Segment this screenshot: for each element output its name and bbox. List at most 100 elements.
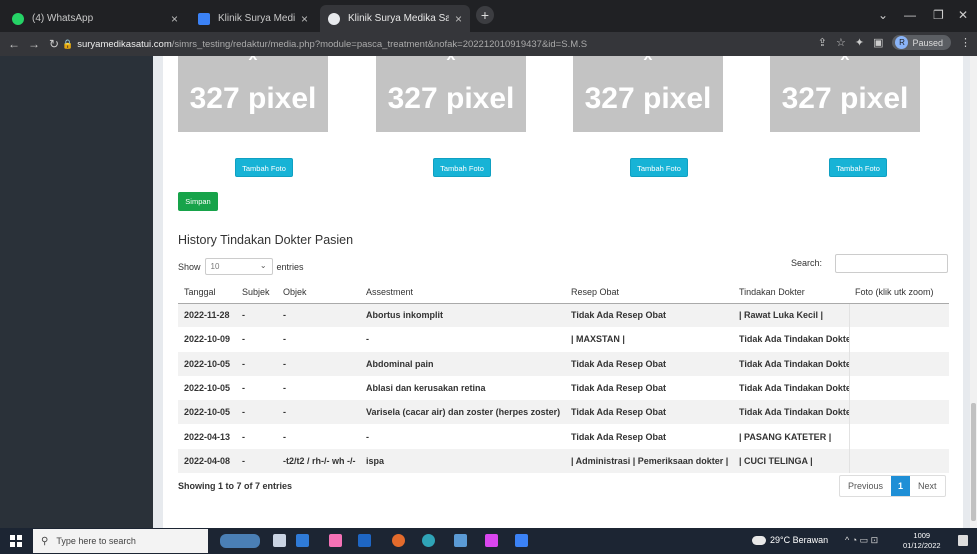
news-widget-icon[interactable] (220, 534, 260, 548)
edge-icon[interactable] (422, 534, 435, 547)
cell-foto (849, 448, 949, 474)
taskbar-search-placeholder: Type here to search (56, 536, 136, 546)
photo-placeholder: x327 pixel (573, 56, 723, 132)
cell-resep-obat: | MAXSTAN | (565, 327, 733, 352)
add-photo-button[interactable]: Tambah Foto (235, 158, 293, 177)
store-icon[interactable] (329, 534, 342, 547)
chrome-app-icon[interactable] (454, 534, 467, 547)
pagination: Previous 1 Next (839, 475, 946, 497)
cell-tindakan-dokter: | PASANG KATETER | (733, 424, 850, 449)
photos-icon[interactable] (485, 534, 498, 547)
windows-start-icon[interactable] (10, 535, 22, 547)
menu-icon[interactable]: ⋮ (960, 36, 971, 49)
column-header-objek[interactable]: Objek (277, 282, 360, 304)
globe-icon (328, 12, 340, 25)
url-field[interactable]: 🔒 suryamedikasatui.com /simrs_testing/re… (62, 35, 822, 53)
scrollbar-thumb[interactable] (971, 403, 976, 521)
entries-select[interactable]: 10 ⌄ (204, 258, 273, 275)
firefox-icon[interactable] (392, 534, 405, 547)
previous-page-button[interactable]: Previous (840, 476, 891, 496)
add-photo-button[interactable]: Tambah Foto (433, 158, 491, 177)
add-photo-button[interactable]: Tambah Foto (829, 158, 887, 177)
cell-resep-obat: Tidak Ada Resep Obat (565, 424, 733, 449)
close-window-icon[interactable]: ✕ (958, 8, 968, 22)
new-tab-button[interactable]: + (476, 6, 494, 24)
column-header-assestment[interactable]: Assestment (360, 282, 565, 304)
tab-klinik-2[interactable]: Klinik Surya Medika Satui × (320, 5, 470, 32)
close-icon[interactable]: × (301, 12, 308, 26)
entries-value: 10 (210, 262, 220, 271)
close-icon: x (376, 56, 526, 64)
column-header-tindakan-dokter[interactable]: Tindakan Dokter (733, 282, 849, 304)
cloud-icon (752, 535, 766, 545)
extensions-icon[interactable]: ✦ (855, 36, 864, 49)
cell-tanggal: 2022-10-05 (178, 351, 236, 376)
close-icon: x (770, 56, 920, 64)
sidepanel-icon[interactable]: ▣ (873, 36, 883, 49)
close-icon[interactable]: × (455, 12, 462, 26)
back-icon[interactable]: ← (4, 37, 24, 51)
photo-placeholder: x327 pixel (770, 56, 920, 132)
cell-resep-obat: | Administrasi | Pemeriksaan dokter | (565, 448, 733, 474)
tab-label: Klinik Surya Medika Satui (348, 13, 449, 24)
cell-resep-obat: Tidak Ada Resep Obat (565, 303, 733, 328)
browser-tab-bar: (4) WhatsApp × Klinik Surya Medika Satui… (0, 0, 977, 32)
add-photo-button[interactable]: Tambah Foto (630, 158, 688, 177)
cell-assestment: - (360, 424, 565, 449)
system-tray[interactable]: ^ ◔ ▭ ⊡ (845, 535, 878, 546)
notification-icon[interactable] (958, 535, 968, 546)
cell-assestment: ispa (360, 448, 565, 474)
cell-assestment: Ablasi dan kerusakan retina (360, 375, 565, 401)
table-row: 2022-04-08 - -t2/t2 / rh-/- wh -/- ispa … (178, 448, 949, 474)
minimize-icon[interactable]: — (904, 8, 916, 22)
profile-button[interactable]: R Paused (892, 35, 951, 50)
cell-objek: - (277, 327, 360, 352)
page-1-button[interactable]: 1 (891, 476, 911, 496)
cell-objek: - (277, 375, 360, 401)
next-page-button[interactable]: Next (910, 476, 945, 496)
site-favicon-icon (198, 12, 210, 25)
app-icon[interactable] (515, 534, 528, 547)
url-path: /simrs_testing/redaktur/media.php?module… (171, 38, 588, 50)
close-icon: x (573, 56, 723, 64)
restore-icon[interactable]: ❐ (933, 8, 944, 22)
table-header-row: Tanggal Subjek Objek Assestment Resep Ob… (178, 282, 949, 304)
whatsapp-icon (12, 12, 24, 25)
weather-widget[interactable]: 29°C Berawan (752, 535, 828, 545)
column-header-resep-obat[interactable]: Resep Obat (565, 282, 733, 304)
taskbar-search[interactable]: ⚲ Type here to search (33, 529, 208, 553)
history-title: History Tindakan Dokter Pasien (178, 233, 354, 247)
taskbar-clock[interactable]: 1009 01/12/2022 (903, 531, 941, 551)
chevron-down-icon[interactable]: ⌄ (878, 8, 888, 22)
star-icon[interactable]: ☆ (836, 36, 846, 49)
cell-objek: - (277, 424, 360, 449)
forward-icon[interactable]: → (24, 37, 44, 51)
search-input[interactable] (835, 254, 948, 273)
cell-foto (849, 327, 949, 352)
close-icon[interactable]: × (171, 12, 178, 26)
photo-placeholder: x327 pixel (376, 56, 526, 132)
clock-date: 01/12/2022 (903, 541, 941, 550)
reload-icon[interactable]: ↻ (44, 37, 64, 51)
cell-resep-obat: Tidak Ada Resep Obat (565, 351, 733, 376)
weather-text: 29°C Berawan (770, 535, 829, 545)
column-header-tanggal[interactable]: Tanggal (178, 282, 236, 304)
cell-assestment: Varisela (cacar air) dan zoster (herpes … (360, 400, 565, 425)
tab-klinik-1[interactable]: Klinik Surya Medika Satui × (190, 5, 316, 32)
task-view-icon[interactable] (273, 534, 286, 547)
share-icon[interactable]: ⇪ (818, 36, 827, 49)
column-header-subjek[interactable]: Subjek (236, 282, 277, 304)
save-button[interactable]: Simpan (178, 192, 218, 211)
file-explorer-icon[interactable] (296, 534, 309, 547)
cell-tindakan-dokter: | CUCI TELINGA | (733, 448, 850, 474)
cell-subjek: - (236, 375, 277, 401)
table-row: 2022-11-28 - - Abortus inkomplit Tidak A… (178, 303, 949, 328)
column-header-foto[interactable]: Foto (klik utk zoom) (849, 282, 949, 304)
mail-icon[interactable] (358, 534, 371, 547)
content-panel: x327 pixel x327 pixel x327 pixel x327 pi… (163, 56, 963, 528)
address-bar: ← → ↻ 🔒 suryamedikasatui.com /simrs_test… (0, 32, 977, 56)
tab-whatsapp[interactable]: (4) WhatsApp × (4, 5, 186, 32)
cell-subjek: - (236, 400, 277, 425)
table-row: 2022-04-13 - - - Tidak Ada Resep Obat | … (178, 424, 949, 449)
avatar: R (895, 36, 909, 49)
